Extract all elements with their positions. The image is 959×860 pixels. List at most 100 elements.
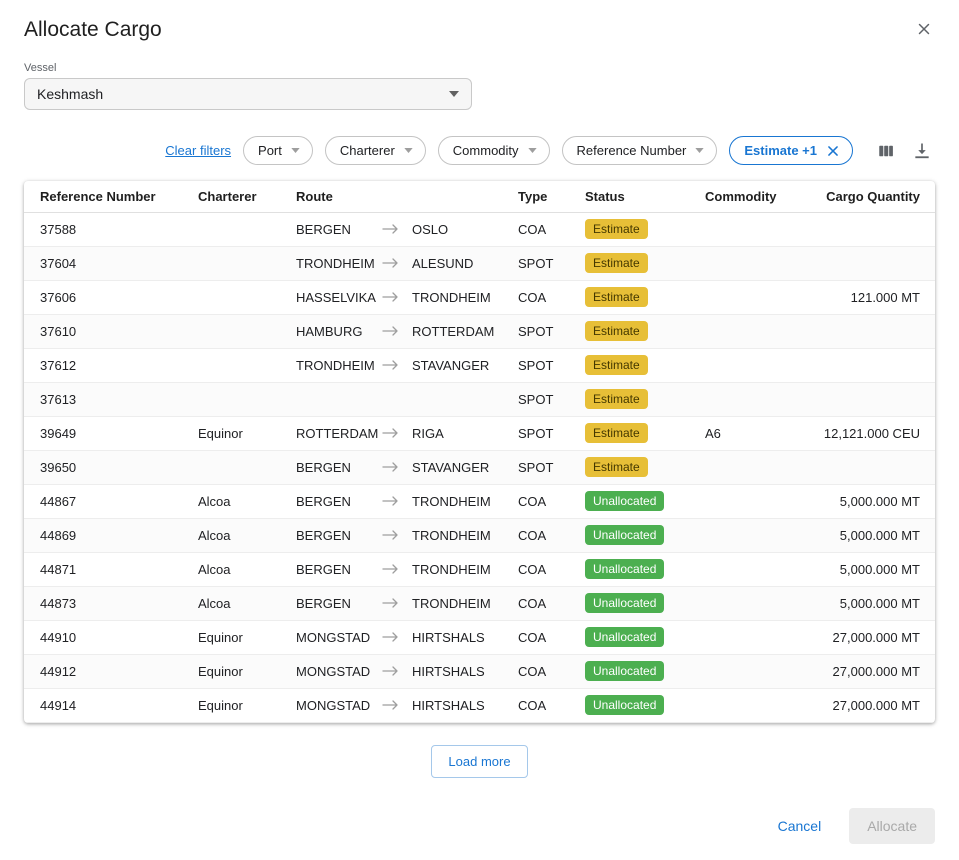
route-origin: TRONDHEIM <box>296 256 382 271</box>
table-row[interactable]: 44873 Alcoa BERGEN TRONDHEIM COA Unalloc… <box>24 586 935 620</box>
table-row[interactable]: 44910 Equinor MONGSTAD HIRTSHALS COA Una… <box>24 620 935 654</box>
cargo-quantity-cell: 5,000.000 MT <box>815 552 935 586</box>
filter-chip-commodity[interactable]: Commodity <box>438 136 550 165</box>
route-cell: BERGEN TRONDHEIM <box>296 484 518 518</box>
cargo-table: Reference Number Charterer Route Type St… <box>24 181 935 723</box>
type-cell: COA <box>518 688 585 722</box>
charterer-cell: Alcoa <box>198 586 296 620</box>
route-cell: HASSELVIKA TRONDHEIM <box>296 280 518 314</box>
route-origin: BERGEN <box>296 528 382 543</box>
reference-number-cell: 37612 <box>24 348 198 382</box>
status-cell: Unallocated <box>585 518 705 552</box>
route-destination: ROTTERDAM <box>412 324 494 339</box>
route-origin: BERGEN <box>296 494 382 509</box>
vessel-field: Vessel Keshmash <box>24 62 935 110</box>
table-row[interactable]: 37604 TRONDHEIM ALESUND SPOT Estimate <box>24 246 935 280</box>
arrow-right-icon <box>382 598 412 608</box>
route-destination: TRONDHEIM <box>412 562 491 577</box>
filter-chip-port[interactable]: Port <box>243 136 313 165</box>
status-badge: Unallocated <box>585 525 664 545</box>
route-cell <box>296 382 518 416</box>
route-origin: BERGEN <box>296 562 382 577</box>
type-cell: SPOT <box>518 246 585 280</box>
load-more-button[interactable]: Load more <box>431 745 527 778</box>
status-cell: Unallocated <box>585 654 705 688</box>
table-row[interactable]: 39649 Equinor ROTTERDAM RIGA SPOT Estima… <box>24 416 935 450</box>
route-destination: STAVANGER <box>412 460 489 475</box>
filter-chip-label: Port <box>258 143 282 158</box>
charterer-cell: Equinor <box>198 654 296 688</box>
cargo-quantity-cell: 5,000.000 MT <box>815 484 935 518</box>
arrow-right-icon <box>382 224 412 234</box>
download-icon[interactable] <box>909 138 935 164</box>
table-row[interactable]: 37612 TRONDHEIM STAVANGER SPOT Estimate <box>24 348 935 382</box>
reference-number-cell: 37610 <box>24 314 198 348</box>
status-cell: Unallocated <box>585 688 705 722</box>
cargo-table-card: Reference Number Charterer Route Type St… <box>24 181 935 723</box>
chevron-down-icon <box>449 91 459 97</box>
cargo-quantity-cell: 27,000.000 MT <box>815 688 935 722</box>
reference-number-cell: 37613 <box>24 382 198 416</box>
route-origin: ROTTERDAM <box>296 426 382 441</box>
route-destination: ALESUND <box>412 256 473 271</box>
arrow-right-icon <box>382 326 412 336</box>
filter-chip-charterer[interactable]: Charterer <box>325 136 426 165</box>
arrow-right-icon <box>382 496 412 506</box>
charterer-cell <box>198 246 296 280</box>
table-row[interactable]: 44914 Equinor MONGSTAD HIRTSHALS COA Una… <box>24 688 935 722</box>
type-cell: COA <box>518 586 585 620</box>
vessel-select[interactable]: Keshmash <box>24 78 472 110</box>
table-row[interactable]: 37588 BERGEN OSLO COA Estimate <box>24 212 935 246</box>
status-badge: Estimate <box>585 321 648 341</box>
cancel-button[interactable]: Cancel <box>778 818 822 834</box>
close-icon[interactable] <box>826 144 840 158</box>
commodity-cell: A6 <box>705 416 815 450</box>
table-row[interactable]: 44867 Alcoa BERGEN TRONDHEIM COA Unalloc… <box>24 484 935 518</box>
table-row[interactable]: 44912 Equinor MONGSTAD HIRTSHALS COA Una… <box>24 654 935 688</box>
type-cell: SPOT <box>518 450 585 484</box>
table-row[interactable]: 37606 HASSELVIKA TRONDHEIM COA Estimate … <box>24 280 935 314</box>
cargo-quantity-cell <box>815 212 935 246</box>
allocate-button[interactable]: Allocate <box>849 808 935 844</box>
charterer-cell: Equinor <box>198 620 296 654</box>
chevron-down-icon <box>291 148 300 153</box>
route-cell: TRONDHEIM STAVANGER <box>296 348 518 382</box>
route-origin: MONGSTAD <box>296 630 382 645</box>
table-row[interactable]: 37610 HAMBURG ROTTERDAM SPOT Estimate <box>24 314 935 348</box>
status-cell: Unallocated <box>585 620 705 654</box>
vessel-label: Vessel <box>24 62 935 74</box>
view-columns-icon[interactable] <box>873 139 899 163</box>
charterer-cell: Alcoa <box>198 552 296 586</box>
table-row[interactable]: 44871 Alcoa BERGEN TRONDHEIM COA Unalloc… <box>24 552 935 586</box>
cargo-quantity-cell <box>815 314 935 348</box>
type-cell: SPOT <box>518 416 585 450</box>
commodity-cell <box>705 212 815 246</box>
dialog-footer: Cancel Allocate <box>24 808 935 844</box>
table-row[interactable]: 37613 SPOT Estimate <box>24 382 935 416</box>
clear-filters-link[interactable]: Clear filters <box>165 143 231 158</box>
filter-chip-estimate-active[interactable]: Estimate +1 <box>729 136 853 165</box>
route-cell: TRONDHEIM ALESUND <box>296 246 518 280</box>
arrow-right-icon <box>382 360 412 370</box>
column-header-cargo-quantity: Cargo Quantity <box>815 181 935 212</box>
arrow-right-icon <box>382 428 412 438</box>
status-badge: Unallocated <box>585 593 664 613</box>
table-row[interactable]: 39650 BERGEN STAVANGER SPOT Estimate <box>24 450 935 484</box>
type-cell: COA <box>518 620 585 654</box>
close-icon[interactable] <box>913 18 935 40</box>
reference-number-cell: 44914 <box>24 688 198 722</box>
charterer-cell <box>198 382 296 416</box>
route-destination: HIRTSHALS <box>412 698 485 713</box>
status-badge: Estimate <box>585 219 648 239</box>
commodity-cell <box>705 450 815 484</box>
table-row[interactable]: 44869 Alcoa BERGEN TRONDHEIM COA Unalloc… <box>24 518 935 552</box>
status-cell: Estimate <box>585 348 705 382</box>
filter-chip-reference-number[interactable]: Reference Number <box>562 136 718 165</box>
route-origin: BERGEN <box>296 596 382 611</box>
charterer-cell <box>198 280 296 314</box>
route-destination: OSLO <box>412 222 448 237</box>
charterer-cell: Alcoa <box>198 484 296 518</box>
reference-number-cell: 44910 <box>24 620 198 654</box>
table-toolbar-icons <box>873 138 935 164</box>
charterer-cell: Equinor <box>198 688 296 722</box>
